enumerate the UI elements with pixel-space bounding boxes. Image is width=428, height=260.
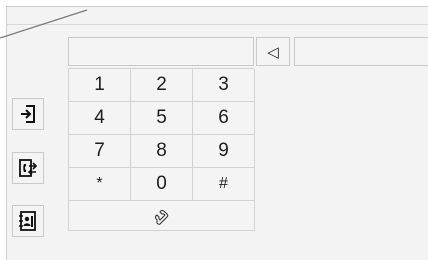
backspace-button[interactable]: ◁ <box>256 37 290 66</box>
contacts-button[interactable] <box>12 205 44 237</box>
contacts-book-icon <box>19 211 36 231</box>
header-divider <box>6 24 428 25</box>
login-button[interactable] <box>12 98 44 130</box>
key-4[interactable]: 4 <box>69 102 131 135</box>
key-6[interactable]: 6 <box>193 102 255 135</box>
backspace-icon: ◁ <box>267 43 279 61</box>
key-hash[interactable]: # <box>193 168 255 201</box>
secondary-display-field <box>294 37 428 66</box>
key-star[interactable]: * <box>69 168 131 201</box>
key-1[interactable]: 1 <box>69 69 131 102</box>
key-5[interactable]: 5 <box>131 102 193 135</box>
key-7[interactable]: 7 <box>69 135 131 168</box>
key-8[interactable]: 8 <box>131 135 193 168</box>
login-door-icon <box>21 105 35 123</box>
dialed-number-display[interactable] <box>68 37 254 66</box>
call-transfer-icon <box>19 159 38 177</box>
call-transfer-button[interactable] <box>12 152 44 184</box>
key-3[interactable]: 3 <box>193 69 255 102</box>
dial-screen: ◁ 1 2 3 4 5 6 7 8 9 * 0 # <box>0 0 428 260</box>
phone-handset-icon <box>154 209 168 225</box>
keypad: 1 2 3 4 5 6 7 8 9 * 0 # <box>68 68 255 231</box>
key-9[interactable]: 9 <box>193 135 255 168</box>
key-0[interactable]: 0 <box>131 168 193 201</box>
key-2[interactable]: 2 <box>131 69 193 102</box>
call-button[interactable] <box>69 201 255 231</box>
